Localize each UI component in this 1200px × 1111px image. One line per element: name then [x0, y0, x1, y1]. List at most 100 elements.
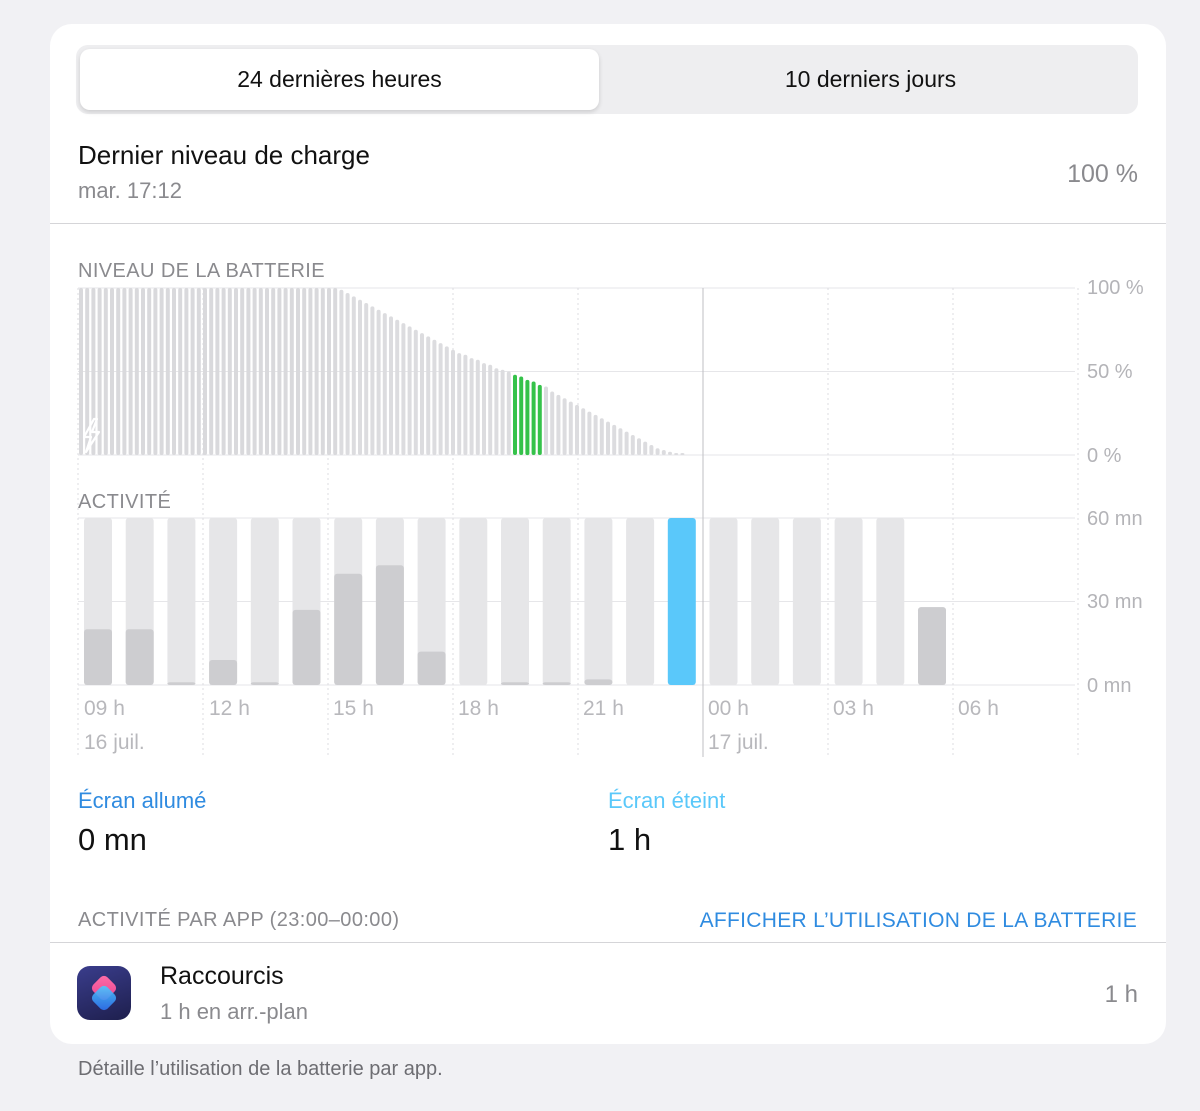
battery-bar: [302, 288, 307, 455]
battery-bar: [215, 288, 220, 455]
x-tick-09h: 09 h: [84, 697, 125, 720]
battery-bar: [128, 288, 133, 455]
battery-bar: [655, 448, 660, 455]
x-tick-21h: 21 h: [583, 697, 624, 720]
battery-bar: [79, 288, 83, 455]
battery-bar: [674, 453, 679, 455]
battery-bar: [494, 368, 499, 455]
battery-bar: [426, 336, 431, 455]
battery-bar: [333, 288, 338, 455]
battery-bar: [234, 288, 238, 455]
battery-bar: [221, 288, 226, 455]
battery-bar: [364, 303, 369, 455]
battery-bar: [395, 319, 400, 455]
battery-bar: [320, 288, 325, 455]
footer-note: Détaille l’utilisation de la batterie pa…: [78, 1058, 443, 1080]
activity-used-bar: [375, 565, 404, 685]
battery-bar: [147, 288, 152, 455]
battery-bar: [314, 288, 319, 455]
screen-on-value: 0 mn: [78, 822, 147, 857]
battery-bar: [110, 288, 114, 455]
activity-used-bar: [209, 660, 238, 685]
shortcuts-icon: [77, 966, 131, 1020]
show-battery-usage-link[interactable]: AFFICHER L’UTILISATION DE LA BATTERIE: [700, 909, 1137, 933]
activity-used-bar: [542, 682, 571, 685]
x-date-16-juil: 16 juil.: [84, 731, 145, 754]
x-tick-03h: 03 h: [833, 697, 874, 720]
battery-bar: [630, 435, 635, 455]
activity-track-bar: [709, 518, 738, 685]
screen-off-value: 1 h: [608, 822, 652, 857]
activity-track-bar: [459, 518, 488, 685]
activity-track-bar: [584, 518, 613, 685]
battery-bar: [258, 288, 263, 455]
battery-bar: [376, 309, 381, 455]
battery-bar: [370, 306, 375, 455]
battery-bar: [649, 445, 654, 455]
activity-bar-selected[interactable]: [667, 518, 696, 685]
battery-bar: [172, 288, 176, 455]
battery-bar: [581, 408, 586, 455]
activity-used-bar: [167, 682, 196, 685]
x-tick-00h: 00 h: [708, 697, 749, 720]
activity-track-bar: [167, 518, 196, 685]
battery-bar: [457, 353, 462, 455]
activity-used-bar: [918, 607, 946, 685]
activity-track-bar: [876, 518, 905, 685]
battery-bar: [519, 376, 524, 455]
activity-used-bar: [250, 682, 279, 685]
x-date-17-juil: 17 juil.: [708, 731, 769, 754]
battery-bar: [593, 414, 598, 455]
battery-bar: [637, 438, 641, 455]
battery-bar: [134, 288, 139, 455]
battery-bar: [296, 288, 300, 455]
battery-bar: [351, 296, 356, 456]
activity-track-bar: [834, 518, 863, 685]
battery-bar: [271, 288, 276, 455]
screen-off-label: Écran éteint: [608, 788, 726, 813]
battery-bar: [482, 363, 486, 455]
activity-track-bar: [501, 518, 529, 685]
battery-bar: [159, 288, 164, 455]
battery-bar: [209, 288, 214, 455]
activity-track-bar: [792, 518, 821, 685]
battery-bar: [252, 288, 257, 455]
battery-bar: [153, 288, 158, 455]
activity-used-bar: [501, 682, 529, 685]
battery-bar: [308, 288, 313, 455]
app-name[interactable]: Raccourcis: [160, 962, 284, 991]
battery-bar: [531, 381, 536, 455]
battery-bar: [568, 401, 573, 455]
battery-bar: [612, 424, 617, 455]
activity-track-bar: [250, 518, 279, 685]
battery-bar: [283, 288, 288, 455]
activity-track-bar: [209, 518, 238, 685]
battery-bar: [401, 323, 406, 455]
battery-bar: [265, 288, 269, 455]
battery-bar: [587, 411, 592, 455]
battery-bar: [339, 289, 344, 455]
battery-bar: [475, 359, 480, 455]
battery-bar: [289, 288, 294, 455]
x-tick-18h: 18 h: [458, 697, 499, 720]
battery-bar: [562, 398, 567, 455]
battery-bar: [190, 288, 195, 455]
battery-bar: [184, 288, 189, 455]
activity-used-bar: [584, 679, 613, 685]
x-tick-15h: 15 h: [333, 697, 374, 720]
activity-used-bar: [84, 629, 112, 685]
battery-bar: [203, 288, 207, 455]
battery-bar: [618, 428, 623, 455]
activity-track-bar: [751, 518, 780, 685]
battery-bar: [227, 288, 232, 455]
x-tick-06h: 06 h: [958, 697, 999, 720]
battery-bar: [382, 313, 387, 455]
app-detail: 1 h en arr.-plan: [160, 999, 308, 1024]
battery-bar: [178, 288, 183, 455]
screen-on-label: Écran allumé: [78, 788, 207, 813]
battery-bar: [103, 288, 108, 455]
battery-bar: [680, 453, 685, 455]
battery-bar: [438, 343, 443, 455]
battery-activity-charts: [77, 287, 1079, 757]
battery-bar: [544, 386, 548, 455]
